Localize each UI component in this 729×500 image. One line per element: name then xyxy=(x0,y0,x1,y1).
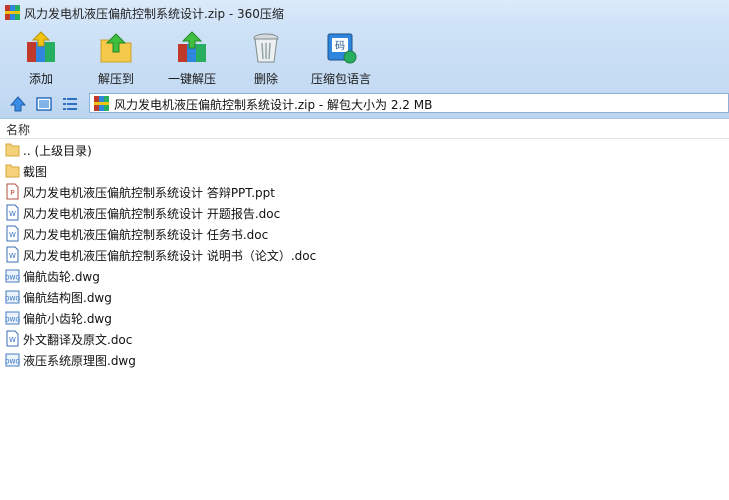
window-title: 风力发电机液压偏航控制系统设计.zip - 360压缩 xyxy=(24,7,284,21)
list-item[interactable]: .. (上级目录) xyxy=(0,139,729,160)
dwg-file-icon: DWG xyxy=(5,311,20,325)
list-item[interactable]: 截图 xyxy=(0,160,729,181)
up-arrow-icon[interactable] xyxy=(9,95,27,113)
zip-archive-icon xyxy=(94,96,109,111)
svg-text:W: W xyxy=(9,252,16,260)
svg-text:码: 码 xyxy=(335,40,345,52)
extract-to-button[interactable]: 解压到 xyxy=(85,26,147,90)
list-item[interactable]: DWG 偏航小齿轮.dwg xyxy=(0,307,729,328)
add-button[interactable]: 添加 xyxy=(10,26,72,90)
dwg-file-icon: DWG xyxy=(5,269,20,283)
list-item[interactable]: P 风力发电机液压偏航控制系统设计 答辩PPT.ppt xyxy=(0,181,729,202)
file-list: .. (上级目录) 截图 P 风力发电机液压偏航控制系统设计 答辩PPT.ppt… xyxy=(0,139,729,370)
doc-file-icon: W xyxy=(6,225,19,242)
extract-to-folder-icon xyxy=(100,33,132,63)
delete-button[interactable]: 删除 xyxy=(236,26,296,90)
svg-text:W: W xyxy=(9,231,16,239)
doc-file-icon: W xyxy=(6,330,19,347)
svg-text:DWG: DWG xyxy=(5,275,20,282)
dwg-file-icon: DWG xyxy=(5,290,20,304)
dwg-file-icon: DWG xyxy=(5,353,20,367)
thumbnail-view-icon[interactable] xyxy=(35,95,53,113)
list-item[interactable]: DWG 偏航齿轮.dwg xyxy=(0,265,729,286)
column-header[interactable]: 名称 xyxy=(0,119,729,139)
archive-path: 风力发电机液压偏航控制系统设计.zip - 解包大小为 2.2 MB xyxy=(114,98,433,112)
ppt-file-icon: P xyxy=(6,183,19,200)
archive-language-icon: 码 xyxy=(327,33,357,64)
add-archive-icon xyxy=(27,31,55,62)
folder-icon xyxy=(5,164,20,178)
svg-text:DWG: DWG xyxy=(5,296,20,303)
svg-text:P: P xyxy=(10,189,14,197)
one-click-extract-icon xyxy=(178,31,206,62)
doc-file-icon: W xyxy=(6,204,19,221)
list-item[interactable]: W 风力发电机液压偏航控制系统设计 说明书（论文）.doc xyxy=(0,244,729,265)
list-item[interactable]: W 风力发电机液压偏航控制系统设计 任务书.doc xyxy=(0,223,729,244)
list-view-icon[interactable] xyxy=(61,95,79,113)
trash-bin-icon xyxy=(253,33,279,63)
address-bar[interactable]: 风力发电机液压偏航控制系统设计.zip - 解包大小为 2.2 MB xyxy=(89,93,729,113)
zip-archive-icon xyxy=(5,5,20,20)
list-item[interactable]: DWG 液压系统原理图.dwg xyxy=(0,349,729,370)
svg-text:DWG: DWG xyxy=(5,317,20,324)
folder-icon xyxy=(5,143,20,157)
column-name-header[interactable]: 名称 xyxy=(6,121,30,138)
list-item[interactable]: W 外文翻译及原文.doc xyxy=(0,328,729,349)
svg-text:W: W xyxy=(9,210,16,218)
svg-text:W: W xyxy=(9,336,16,344)
list-item[interactable]: W 风力发电机液压偏航控制系统设计 开题报告.doc xyxy=(0,202,729,223)
svg-text:DWG: DWG xyxy=(5,359,20,366)
toolbar: 添加 解压到 一键解压 删除 码 压缩包语言 xyxy=(0,26,729,90)
title-bar: 风力发电机液压偏航控制系统设计.zip - 360压缩 xyxy=(0,0,729,26)
one-click-extract-button[interactable]: 一键解压 xyxy=(160,26,224,90)
archive-language-button[interactable]: 码 压缩包语言 xyxy=(305,26,377,90)
list-item[interactable]: DWG 偏航结构图.dwg xyxy=(0,286,729,307)
navigation-bar: 风力发电机液压偏航控制系统设计.zip - 解包大小为 2.2 MB xyxy=(0,90,729,119)
doc-file-icon: W xyxy=(6,246,19,263)
